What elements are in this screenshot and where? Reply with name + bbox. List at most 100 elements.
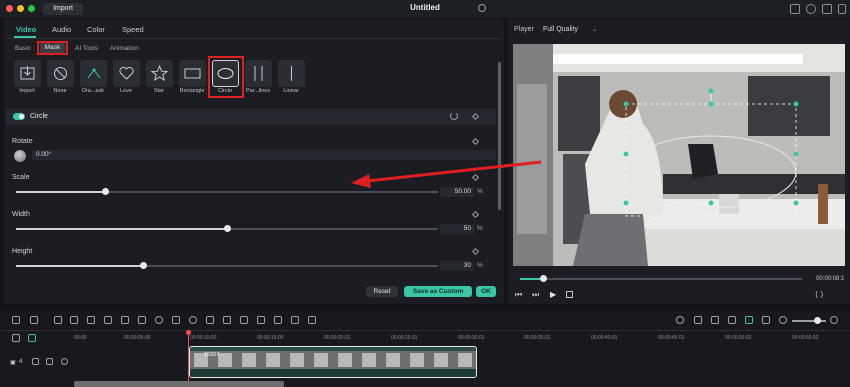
zoom-in-icon[interactable] bbox=[830, 316, 838, 324]
mask-linear-tile[interactable] bbox=[278, 60, 305, 87]
adjust-icon[interactable] bbox=[240, 316, 248, 324]
render-icon[interactable] bbox=[676, 316, 684, 324]
width-slider-knob[interactable] bbox=[224, 225, 231, 232]
linear-icon bbox=[291, 66, 292, 81]
parallel-lines-icon bbox=[254, 66, 263, 81]
mask-parallel-lines-tile[interactable] bbox=[245, 60, 272, 87]
rotate-label: Rotate bbox=[12, 138, 33, 145]
captions-icon[interactable] bbox=[762, 316, 770, 324]
video-track-icon: ▣ bbox=[10, 360, 16, 366]
width-value-field[interactable]: 50 bbox=[440, 224, 474, 234]
tick-label: 00:00 bbox=[74, 335, 87, 341]
redo-icon[interactable] bbox=[70, 316, 78, 324]
motion-icon[interactable] bbox=[274, 316, 282, 324]
video-preview[interactable] bbox=[513, 44, 845, 266]
audio-icon[interactable] bbox=[291, 316, 299, 324]
subtab-ai-tools[interactable]: AI Tools bbox=[75, 45, 98, 52]
rotate-value: 0.00° bbox=[36, 151, 52, 158]
previous-frame-icon[interactable]: ⏮ bbox=[515, 290, 522, 300]
reset-button[interactable]: Reset bbox=[366, 286, 398, 297]
mark-icon[interactable] bbox=[223, 316, 231, 324]
scale-slider-knob[interactable] bbox=[101, 188, 109, 195]
height-unit: % bbox=[477, 262, 483, 269]
track-toggle-icon[interactable] bbox=[32, 358, 39, 365]
shield-icon[interactable] bbox=[694, 316, 702, 324]
cloud-icon[interactable] bbox=[806, 4, 816, 14]
ok-button[interactable]: OK bbox=[476, 286, 496, 297]
project-info-icon[interactable] bbox=[478, 4, 486, 12]
rotate-dial[interactable] bbox=[14, 150, 26, 162]
circle-toggle[interactable] bbox=[13, 113, 25, 120]
height-label: Height bbox=[12, 248, 33, 255]
link-icon[interactable] bbox=[28, 334, 36, 342]
width-unit: % bbox=[477, 225, 483, 232]
tab-audio[interactable]: Audio bbox=[52, 25, 71, 34]
project-title: Untitled bbox=[410, 3, 440, 12]
playhead-knob[interactable] bbox=[539, 275, 547, 282]
subtab-mask[interactable]: Mask bbox=[40, 43, 65, 53]
zoom-out-icon[interactable] bbox=[779, 316, 787, 324]
voiceover-icon[interactable] bbox=[728, 316, 736, 324]
video-frame bbox=[513, 44, 845, 266]
scale-slider-fill bbox=[16, 191, 105, 193]
cut-icon[interactable] bbox=[104, 316, 112, 324]
play-step-icon[interactable]: ⏭ bbox=[532, 290, 539, 300]
speed-icon[interactable] bbox=[155, 316, 163, 324]
mask-import-tile[interactable] bbox=[14, 60, 41, 87]
tab-divider bbox=[6, 38, 501, 39]
tick-label: 00:00:30:01 bbox=[458, 335, 485, 341]
rectangle-icon bbox=[184, 68, 201, 79]
quality-dropdown[interactable]: Full Quality bbox=[543, 26, 578, 33]
chevron-down-icon[interactable]: ⌄ bbox=[592, 26, 597, 33]
subtab-animation[interactable]: Animation bbox=[110, 45, 139, 52]
subtab-basic[interactable]: Basic bbox=[15, 45, 31, 52]
stop-icon[interactable] bbox=[566, 291, 573, 298]
mask-none-tile[interactable] bbox=[47, 60, 74, 87]
mask-star-tile[interactable] bbox=[146, 60, 173, 87]
mic-icon[interactable] bbox=[711, 316, 719, 324]
audio-clip[interactable] bbox=[74, 381, 284, 387]
height-slider-knob[interactable] bbox=[139, 262, 147, 269]
tick-label: 00:00:40:01 bbox=[591, 335, 618, 341]
none-icon bbox=[54, 67, 67, 80]
tab-video[interactable]: Video bbox=[16, 25, 36, 34]
scale-label: Scale bbox=[12, 174, 30, 181]
height-slider-fill bbox=[16, 265, 143, 267]
tick-label: 00:00:55:02 bbox=[792, 335, 819, 341]
color-icon[interactable] bbox=[172, 316, 180, 324]
play-icon[interactable]: ▶ bbox=[550, 290, 556, 299]
mask-circle-tile[interactable] bbox=[212, 60, 239, 87]
lock-icon[interactable] bbox=[46, 358, 53, 365]
reset-icon[interactable] bbox=[450, 112, 458, 120]
save-as-custom-button[interactable]: Save as Custom bbox=[404, 286, 472, 297]
download-icon[interactable] bbox=[822, 4, 832, 14]
media-icon[interactable] bbox=[790, 4, 800, 14]
mask-rectangle-tile[interactable] bbox=[179, 60, 206, 87]
timer-icon[interactable] bbox=[189, 316, 197, 324]
circle-section-title: Circle bbox=[30, 113, 48, 120]
split-icon[interactable] bbox=[257, 316, 265, 324]
fullscreen-frame-icon[interactable] bbox=[206, 316, 214, 324]
zoom-slider-knob[interactable] bbox=[814, 317, 821, 324]
layout-icon[interactable] bbox=[838, 4, 846, 14]
mask-draw-tile[interactable] bbox=[80, 60, 107, 87]
draw-mask-icon bbox=[87, 68, 101, 79]
eye-icon[interactable] bbox=[61, 358, 68, 365]
fullscreen-icon[interactable]: ⟨ ⟩ bbox=[815, 290, 823, 299]
text-icon[interactable] bbox=[121, 316, 129, 324]
add-track-icon[interactable] bbox=[12, 334, 20, 342]
mask-love-tile[interactable] bbox=[113, 60, 140, 87]
tab-speed[interactable]: Speed bbox=[122, 25, 144, 34]
crop-icon[interactable] bbox=[138, 316, 146, 324]
undo-icon[interactable] bbox=[54, 316, 62, 324]
playback-track[interactable] bbox=[520, 278, 802, 280]
height-value-field[interactable]: 30 bbox=[440, 261, 474, 271]
waveform-icon[interactable] bbox=[308, 316, 316, 324]
delete-icon[interactable] bbox=[87, 316, 95, 324]
ai-icon[interactable] bbox=[745, 316, 753, 324]
video-clip[interactable]: 15927... bbox=[189, 346, 477, 378]
layout-icon[interactable] bbox=[12, 316, 20, 324]
tab-color[interactable]: Color bbox=[87, 25, 105, 34]
select-icon[interactable] bbox=[30, 316, 38, 324]
clip-name: 15927... bbox=[204, 352, 224, 358]
